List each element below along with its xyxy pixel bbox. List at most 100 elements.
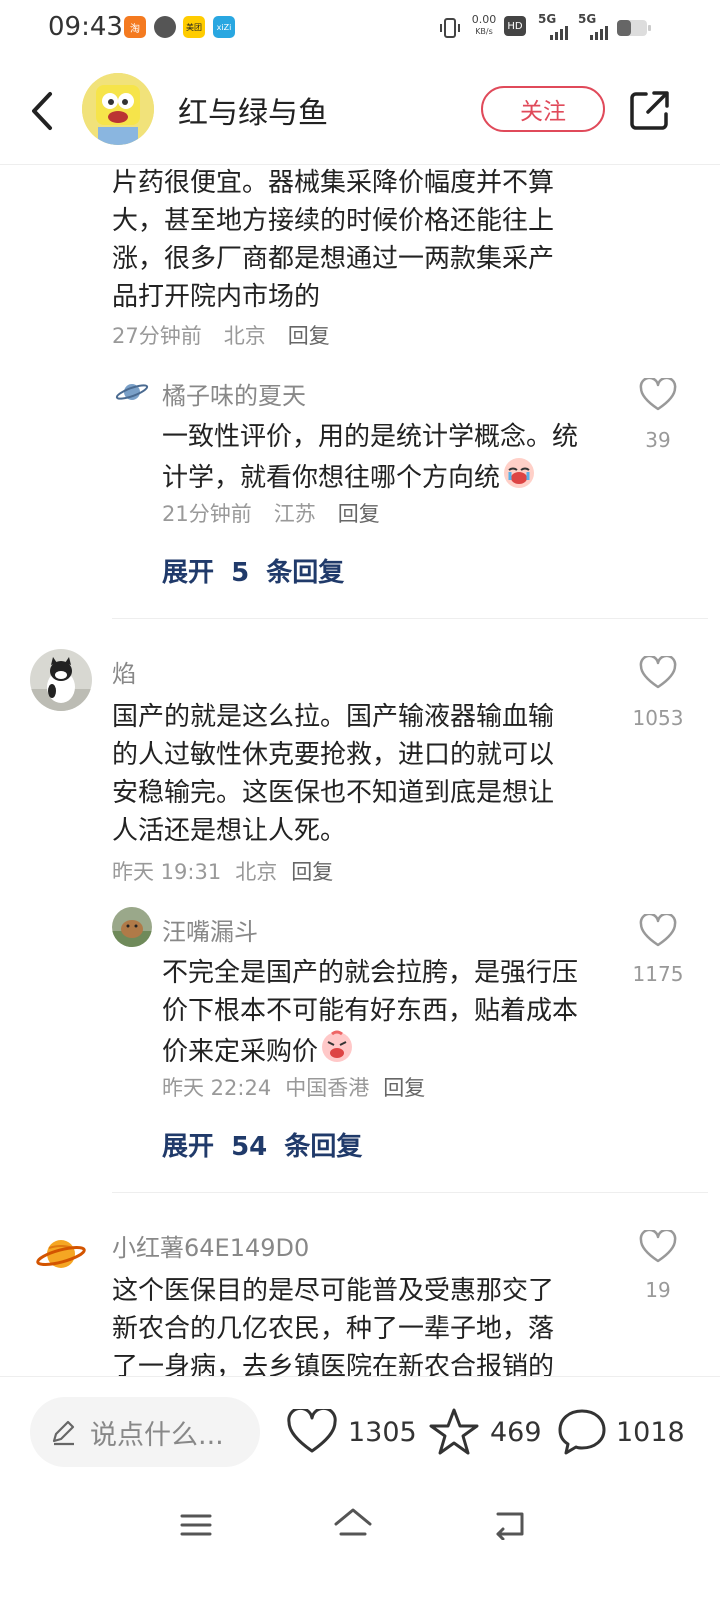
system-nav-bar — [0, 1490, 720, 1600]
xizi-app-icon: xiZi — [213, 16, 235, 38]
comment-line: 涨，很多厂商都是想通过一两款集采产 — [112, 244, 555, 274]
expand-replies-button[interactable]: 展开 54 条回复 — [162, 1126, 362, 1163]
expand-label: 展开 — [162, 558, 215, 588]
post-like-count: 1305 — [348, 1417, 417, 1448]
crying-emoji-icon — [502, 456, 536, 501]
hd-badge: HD — [504, 16, 526, 36]
like-count: 1175 — [632, 962, 684, 986]
taobao-app-icon: 淘 — [124, 16, 146, 38]
heart-icon[interactable] — [286, 1409, 338, 1455]
net-unit: KB/s — [475, 27, 493, 36]
comment-line: 国产的就是这么拉。国产输液器输血输 — [112, 702, 555, 732]
reply-time: 21分钟前 — [162, 502, 252, 526]
comment-line: 计学，就看你想往哪个方向统 — [162, 463, 501, 493]
comment-line: 片药很便宜。器械集采降价幅度并不算 — [112, 168, 555, 198]
heart-icon[interactable] — [639, 378, 677, 412]
status-time: 09:43 — [48, 12, 123, 42]
heart-icon[interactable] — [639, 914, 677, 948]
comment-line: 新农合的几亿农民，种了一辈子地，落 — [112, 1314, 555, 1344]
comment-line: 了一身病，去乡镇医院在新农合报销的 — [112, 1352, 555, 1376]
reply-username[interactable]: 橘子味的夏天 — [162, 376, 306, 411]
comment-location: 北京 — [235, 860, 278, 884]
comment-text: 国产的就是这么拉。国产输液器输血输 的人过敏性休克要抢救，进口的就可以 安稳输完… — [112, 698, 612, 850]
heart-icon[interactable] — [639, 656, 677, 690]
comment-item: 片药很便宜。器械集采降价幅度并不算 大，甚至地方接续的时候价格还能往上 涨，很多… — [112, 164, 632, 350]
reply-button[interactable]: 回复 — [288, 324, 330, 348]
battery-icon — [617, 20, 651, 36]
follow-button[interactable]: 关注 — [481, 86, 605, 132]
bottom-action-bar: 说点什么... 1305 469 1018 — [0, 1376, 720, 1489]
menu-icon[interactable] — [178, 1510, 214, 1540]
reply-time: 昨天 22:24 — [162, 1076, 272, 1100]
heart-icon[interactable] — [639, 1230, 677, 1264]
comment-line: 价下根本不可能有好东西，贴着成本 — [162, 996, 579, 1026]
signal-label-1: 5G — [538, 12, 557, 26]
reply-location: 中国香港 — [285, 1076, 370, 1100]
reply-meta: 昨天 22:24 中国香港 回复 — [162, 1072, 447, 1102]
comment-input[interactable]: 说点什么... — [30, 1397, 260, 1467]
comment-line: 大，甚至地方接续的时候价格还能往上 — [112, 206, 555, 236]
share-icon[interactable] — [628, 88, 672, 132]
reply-text: 不完全是国产的就会拉胯，是强行压 价下根本不可能有好东西，贴着成本 价来定采购价 — [162, 954, 622, 1075]
like-count: 1053 — [632, 706, 684, 730]
comment-text: 片药很便宜。器械集采降价幅度并不算 大，甚至地方接续的时候价格还能往上 涨，很多… — [112, 164, 632, 316]
reply-avatar[interactable] — [112, 907, 152, 947]
reply-meta: 21分钟前 江苏 回复 — [162, 498, 402, 528]
expand-label: 条回复 — [284, 1132, 363, 1162]
home-icon[interactable] — [332, 1506, 374, 1542]
back-icon[interactable] — [24, 84, 64, 138]
return-icon[interactable] — [492, 1508, 528, 1540]
comment-time: 昨天 19:31 — [112, 860, 222, 884]
post-comment-count: 1018 — [616, 1417, 685, 1448]
comment-text: 这个医保目的是尽可能普及受惠那交了 新农合的几亿农民，种了一辈子地，落 了一身病… — [112, 1272, 612, 1376]
comment-line: 安稳输完。这医保也不知道到底是想让 — [112, 778, 555, 808]
expand-label: 条回复 — [266, 558, 345, 588]
comment-divider — [112, 1192, 708, 1193]
expand-replies-button[interactable]: 展开 5 条回复 — [162, 552, 344, 589]
status-bar: 09:43 淘 美团 xiZi 0.00 KB/s HD 5G 5G — [0, 0, 720, 56]
commenter-username[interactable]: 焰 — [112, 654, 136, 689]
post-header: 红与绿与鱼 关注 — [0, 60, 720, 165]
signal-icon — [550, 26, 568, 40]
signal-icon — [590, 26, 608, 40]
commenter-avatar[interactable] — [36, 1234, 86, 1274]
reply-button[interactable]: 回复 — [383, 1076, 425, 1100]
reply-avatar[interactable] — [114, 374, 150, 410]
meituan-app-icon: 美团 — [183, 16, 205, 38]
reply-username[interactable]: 汪嘴漏斗 — [162, 912, 258, 947]
comment-meta: 昨天 19:31 北京 回复 — [112, 856, 355, 886]
reply-text: 一致性评价，用的是统计学概念。统 计学，就看你想往哪个方向统 — [162, 418, 622, 501]
comment-time: 27分钟前 — [112, 324, 202, 348]
vibrate-icon — [440, 18, 460, 38]
comment-line: 这个医保目的是尽可能普及受惠那交了 — [112, 1276, 555, 1306]
reply-button[interactable]: 回复 — [338, 502, 380, 526]
comment-divider — [112, 618, 708, 619]
angry-emoji-icon — [320, 1030, 354, 1075]
comment-line: 品打开院内市场的 — [112, 282, 321, 312]
comment-line: 的人过敏性休克要抢救，进口的就可以 — [112, 740, 555, 770]
expand-count: 5 — [231, 558, 250, 588]
reply-button[interactable]: 回复 — [291, 860, 333, 884]
comment-input-placeholder: 说点什么... — [90, 1419, 224, 1451]
commenter-username[interactable]: 小红薯64E149D0 — [112, 1228, 309, 1263]
like-count: 39 — [645, 428, 671, 452]
signal-label-2: 5G — [578, 12, 597, 26]
expand-count: 54 — [231, 1132, 268, 1162]
pencil-icon — [52, 1420, 75, 1446]
post-star-count: 469 — [490, 1417, 542, 1448]
comment-icon[interactable] — [556, 1407, 608, 1457]
comment-line: 一致性评价，用的是统计学概念。统 — [162, 422, 579, 452]
comment-location: 北京 — [223, 324, 266, 348]
author-avatar[interactable] — [82, 73, 154, 145]
comment-line: 价来定采购价 — [162, 1037, 319, 1067]
reply-location: 江苏 — [273, 502, 316, 526]
comment-meta: 27分钟前 北京 回复 — [112, 320, 632, 350]
comment-line: 不完全是国产的就会拉胯，是强行压 — [162, 958, 579, 988]
star-icon[interactable] — [428, 1407, 480, 1457]
like-count: 19 — [645, 1278, 671, 1302]
net-speed: 0.00 — [471, 13, 497, 26]
app-icon — [154, 16, 176, 38]
commenter-avatar[interactable] — [30, 649, 92, 711]
expand-label: 展开 — [162, 1132, 215, 1162]
author-name[interactable]: 红与绿与鱼 — [178, 88, 328, 132]
